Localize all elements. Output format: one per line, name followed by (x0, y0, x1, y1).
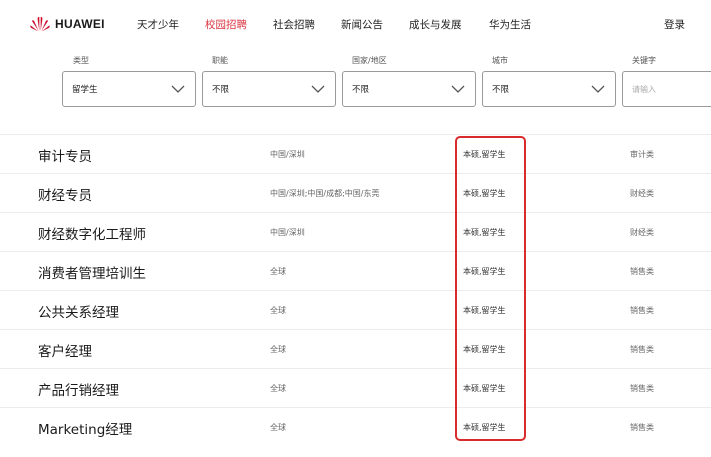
top-navigation: HUAWEI 天才少年 校园招聘 社会招聘 新闻公告 成长与发展 华为生活 登录 (0, 0, 711, 48)
city-select[interactable]: 不限 (482, 71, 616, 107)
job-title[interactable]: 消费者管理培训生 (38, 262, 146, 282)
job-title[interactable]: 客户经理 (38, 340, 92, 360)
chevron-down-icon (591, 85, 605, 93)
job-education: 本硕,留学生 (463, 189, 506, 198)
job-row[interactable]: 消费者管理培训生 全球 本硕,留学生 销售类 (0, 251, 711, 290)
filter-role-label: 职能 (212, 56, 228, 65)
job-location: 全球 (270, 423, 286, 432)
type-select[interactable]: 留学生 (62, 71, 196, 107)
job-title[interactable]: 产品行销经理 (38, 379, 119, 399)
job-category: 审计类 (630, 150, 654, 159)
job-education: 本硕,留学生 (463, 228, 506, 237)
job-category: 销售类 (630, 306, 654, 315)
chevron-down-icon (311, 85, 325, 93)
nav-social-recruitment[interactable]: 社会招聘 (273, 17, 315, 32)
chevron-down-icon (451, 85, 465, 93)
job-education: 本硕,留学生 (463, 306, 506, 315)
job-location: 中国/深圳 (270, 228, 305, 237)
job-category: 销售类 (630, 267, 654, 276)
job-location: 全球 (270, 306, 286, 315)
job-row[interactable]: 财经专员 中国/深圳;中国/成都;中国/东莞 本硕,留学生 财经类 (0, 173, 711, 212)
role-select[interactable]: 不限 (202, 71, 336, 107)
huawei-flower-icon (30, 16, 50, 32)
country-select[interactable]: 不限 (342, 71, 476, 107)
job-category: 销售类 (630, 345, 654, 354)
job-education: 本硕,留学生 (463, 423, 506, 432)
job-category: 销售类 (630, 384, 654, 393)
job-row[interactable]: Marketing经理 全球 本硕,留学生 销售类 (0, 407, 711, 446)
nav-genius-youth[interactable]: 天才少年 (137, 17, 179, 32)
city-select-value: 不限 (492, 85, 510, 95)
job-row[interactable]: 审计专员 中国/深圳 本硕,留学生 审计类 (0, 134, 711, 173)
nav-news[interactable]: 新闻公告 (341, 17, 383, 32)
keyword-placeholder: 请输入 (632, 85, 656, 94)
job-location: 全球 (270, 384, 286, 393)
nav-growth-development[interactable]: 成长与发展 (409, 17, 462, 32)
job-title[interactable]: 财经专员 (38, 184, 92, 204)
job-education: 本硕,留学生 (463, 267, 506, 276)
brand-name: HUAWEI (55, 17, 105, 31)
job-education: 本硕,留学生 (463, 345, 506, 354)
type-select-value: 留学生 (72, 85, 98, 95)
nav-campus-recruitment[interactable]: 校园招聘 (205, 17, 247, 32)
job-location: 全球 (270, 267, 286, 276)
job-location: 中国/深圳;中国/成都;中国/东莞 (270, 189, 380, 198)
huawei-logo[interactable]: HUAWEI (30, 15, 105, 33)
filter-country-label: 国家/地区 (352, 56, 387, 65)
filter-type-label: 类型 (73, 56, 89, 65)
job-location: 全球 (270, 345, 286, 354)
job-category: 销售类 (630, 423, 654, 432)
job-row[interactable]: 公共关系经理 全球 本硕,留学生 销售类 (0, 290, 711, 329)
country-select-value: 不限 (352, 85, 370, 95)
job-row[interactable]: 产品行销经理 全球 本硕,留学生 销售类 (0, 368, 711, 407)
job-location: 中国/深圳 (270, 150, 305, 159)
job-row[interactable]: 财经数字化工程师 中国/深圳 本硕,留学生 财经类 (0, 212, 711, 251)
job-row[interactable]: 客户经理 全球 本硕,留学生 销售类 (0, 329, 711, 368)
job-title[interactable]: Marketing经理 (38, 418, 132, 438)
chevron-down-icon (171, 85, 185, 93)
job-category: 财经类 (630, 189, 654, 198)
filter-city-label: 城市 (492, 56, 508, 65)
job-category: 财经类 (630, 228, 654, 237)
filter-keyword-label: 关键字 (632, 56, 656, 65)
job-title[interactable]: 审计专员 (38, 145, 92, 165)
nav-huawei-life[interactable]: 华为生活 (489, 17, 531, 32)
job-education: 本硕,留学生 (463, 384, 506, 393)
login-link[interactable]: 登录 (664, 17, 685, 32)
job-title[interactable]: 公共关系经理 (38, 301, 119, 321)
role-select-value: 不限 (212, 85, 230, 95)
keyword-input[interactable]: 请输入 (622, 71, 711, 107)
job-title[interactable]: 财经数字化工程师 (38, 223, 146, 243)
job-education: 本硕,留学生 (463, 150, 506, 159)
